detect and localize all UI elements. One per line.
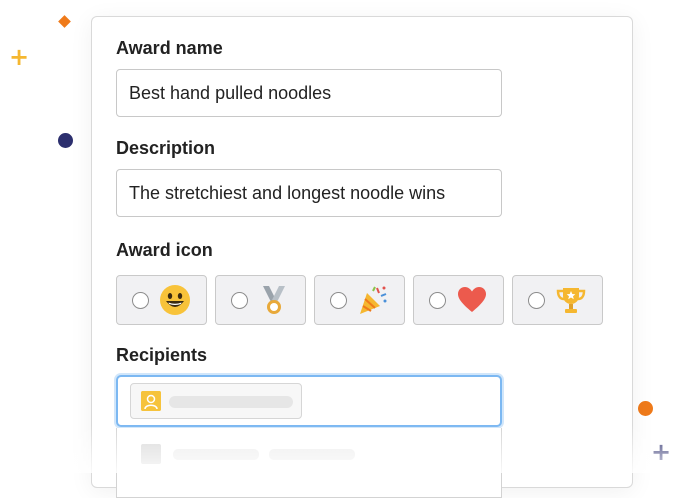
award-name-label: Award name [116, 38, 223, 58]
radio-button[interactable] [132, 291, 149, 309]
party-popper-icon [360, 286, 387, 314]
avatar [141, 444, 161, 464]
radio-button[interactable] [231, 291, 248, 309]
radio-button[interactable] [429, 291, 446, 309]
award-icon-option-smiley[interactable] [116, 275, 207, 325]
suggestion-name-placeholder [173, 449, 259, 460]
recipient-name-placeholder [169, 396, 293, 408]
yellow-plus-decoration: + [9, 43, 30, 71]
radio-button[interactable] [330, 291, 347, 309]
navy-dot-decoration [58, 133, 73, 148]
award-name-input[interactable]: Best hand pulled noodles [116, 69, 502, 117]
description-label: Description [116, 138, 216, 158]
award-icon-options [116, 275, 603, 325]
smiley-face-icon [160, 285, 190, 315]
award-form-card: Award name Best hand pulled noodles Desc… [91, 16, 633, 498]
orange-dot-decoration [638, 401, 653, 416]
award-icon-option-medal[interactable] [215, 275, 306, 325]
award-icon-option-party[interactable] [314, 275, 405, 325]
recipient-chip[interactable] [130, 383, 302, 419]
award-icon-option-heart[interactable] [413, 275, 504, 325]
medal-icon [263, 286, 285, 314]
recipients-input[interactable] [116, 375, 502, 427]
radio-button[interactable] [528, 291, 545, 309]
heart-icon [458, 287, 486, 312]
award-icon-option-trophy[interactable] [512, 275, 603, 325]
suggestion-detail-placeholder [269, 449, 355, 460]
orange-diamond-decoration [58, 15, 71, 28]
recipients-label: Recipients [116, 345, 208, 365]
recipients-suggestion-list [116, 428, 502, 498]
award-icon-label: Award icon [116, 240, 213, 260]
navy-plus-decoration: + [651, 438, 672, 466]
trophy-icon [556, 288, 586, 313]
avatar [141, 391, 161, 411]
description-input[interactable]: The stretchiest and longest noodle wins [116, 169, 502, 217]
